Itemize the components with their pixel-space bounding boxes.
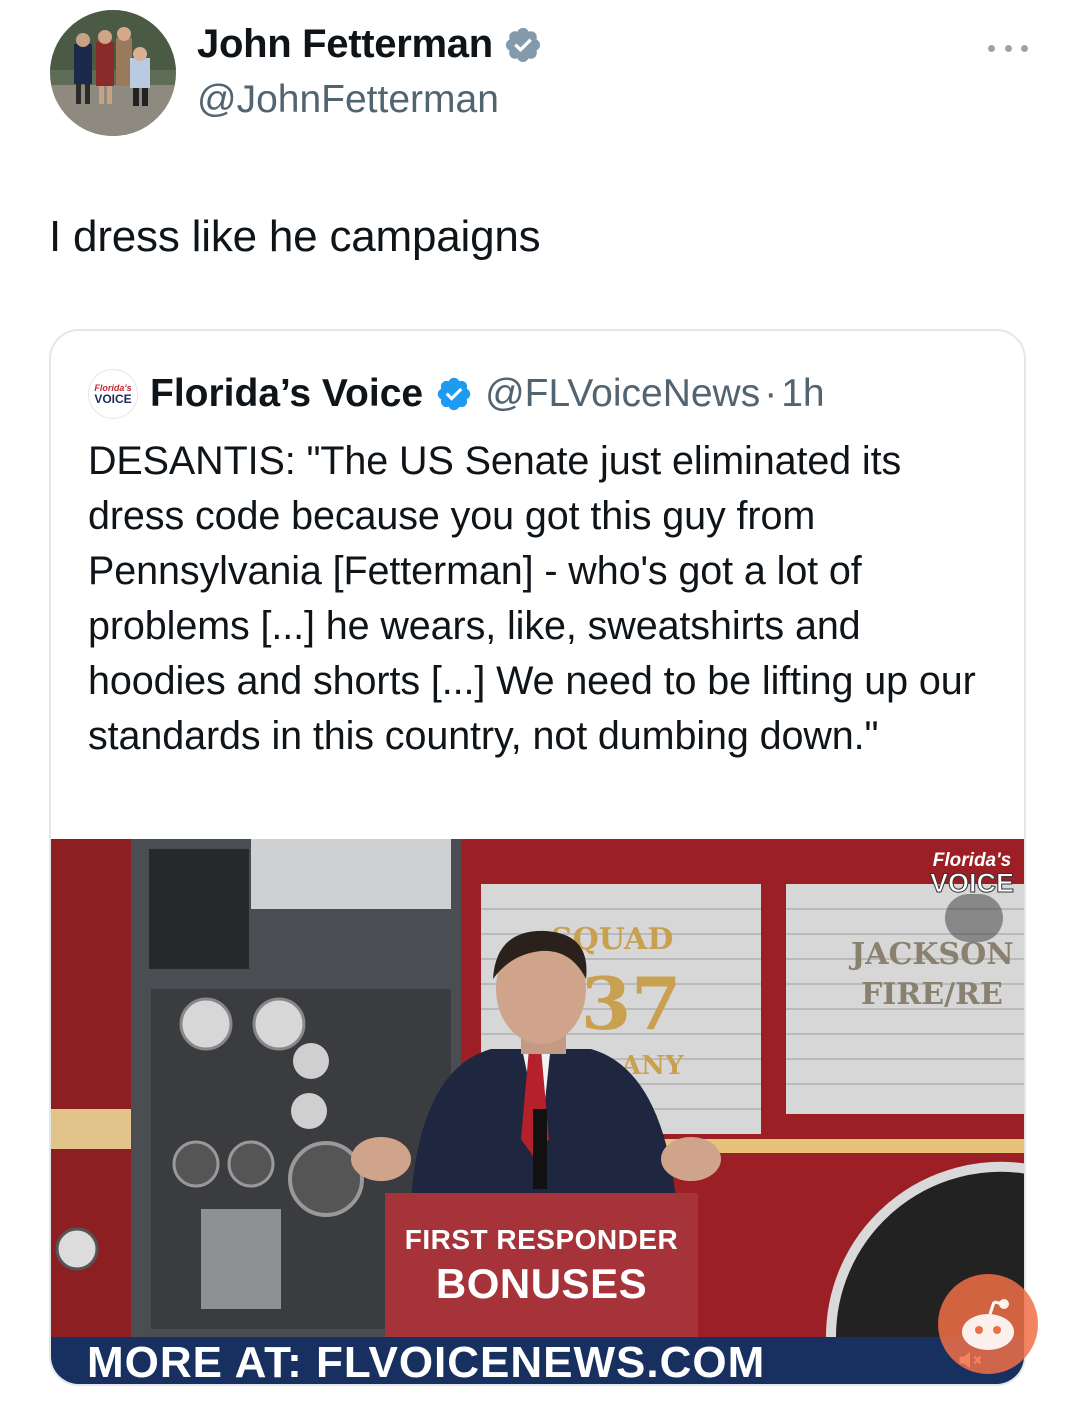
author-avatar[interactable] [50,10,176,136]
quoted-timestamp[interactable]: 1h [781,372,824,416]
sign-line2: BONUSES [435,1259,648,1307]
quoted-author-handle[interactable]: @FLVoiceNews [485,372,760,416]
quoted-author-avatar[interactable]: Florida's VOICE [88,369,138,419]
verified-badge-icon [505,27,540,62]
quoted-logo-line2: VOICE [94,391,132,406]
sign-line1: FIRST RESPONDER [404,1223,679,1255]
video-banner: MORE AT: FLVOICENEWS.COM [51,1337,1024,1384]
tweet-screenshot: John Fetterman @JohnFetterman I dress li… [0,0,1078,1410]
verified-badge-icon [437,377,471,411]
author-name-text: John Fetterman [197,22,493,66]
quoted-author-name[interactable]: Florida’s Voice [150,372,423,416]
reddit-watermark-icon [938,1274,1038,1374]
expand-icon[interactable] [945,894,1003,942]
watermark-line2: VOICE [929,868,1015,898]
separator-dot: · [764,372,778,415]
tweet-text: I dress like he campaigns [49,212,541,261]
quoted-tweet-header: Florida's VOICE Florida’s Voice @FLVoice… [88,369,825,419]
quoted-tweet-card[interactable]: Florida's VOICE Florida’s Voice @FLVoice… [49,329,1026,1386]
truck-number: 37 [581,961,681,1046]
podium-sign: FIRST RESPONDER BONUSES [385,1193,698,1338]
quoted-tweet-text: DESANTIS: "The US Senate just eliminated… [88,439,976,758]
author-name[interactable]: John Fetterman [197,22,543,67]
author-handle[interactable]: @JohnFetterman [197,78,499,122]
quoted-video[interactable]: SQUAD 37 ANY JACKSON FIRE/RE FIRST RESPO… [51,839,1024,1384]
more-options-icon[interactable] [988,36,1028,60]
truck-text-fire: FIRE/RE [861,977,1003,1012]
truck-text-jackson: JACKSON [848,937,1014,972]
